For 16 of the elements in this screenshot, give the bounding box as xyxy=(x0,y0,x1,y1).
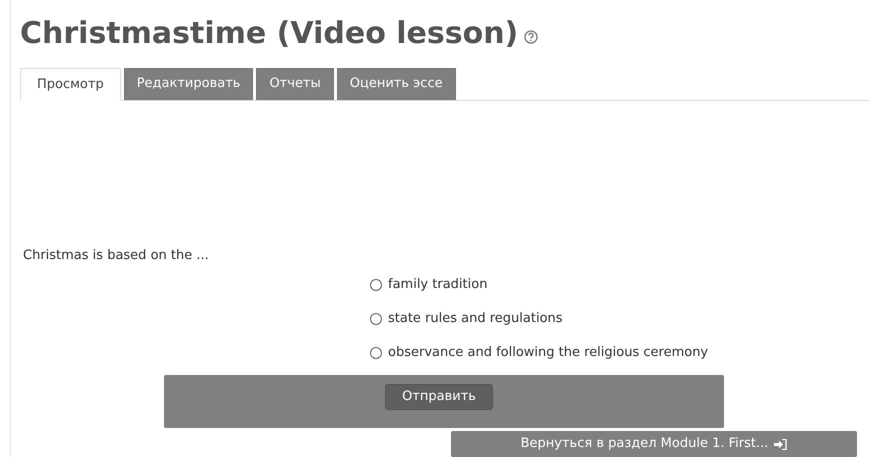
tab[interactable]: Просмотр xyxy=(20,68,121,101)
option-label: family tradition xyxy=(388,276,488,294)
option-label: observance and following the religious ceremony xyxy=(388,344,708,362)
tab[interactable]: Отчеты xyxy=(256,68,334,100)
tab[interactable]: Оценить эссе xyxy=(336,68,456,100)
page-title: Christmastime (Video lesson) xyxy=(20,15,518,53)
enter-icon xyxy=(774,438,788,450)
return-button[interactable]: Вернуться в раздел Module 1. First... xyxy=(451,431,857,457)
radio-button[interactable] xyxy=(370,279,382,291)
help-icon[interactable] xyxy=(524,30,538,44)
option-label: state rules and regulations xyxy=(388,310,563,328)
radio-button[interactable] xyxy=(370,347,382,359)
radio-button[interactable] xyxy=(370,313,382,325)
question-text: Christmas is based on the ... xyxy=(23,247,209,265)
tab[interactable]: Редактировать xyxy=(124,68,254,100)
submit-button[interactable]: Отправить xyxy=(385,384,493,410)
